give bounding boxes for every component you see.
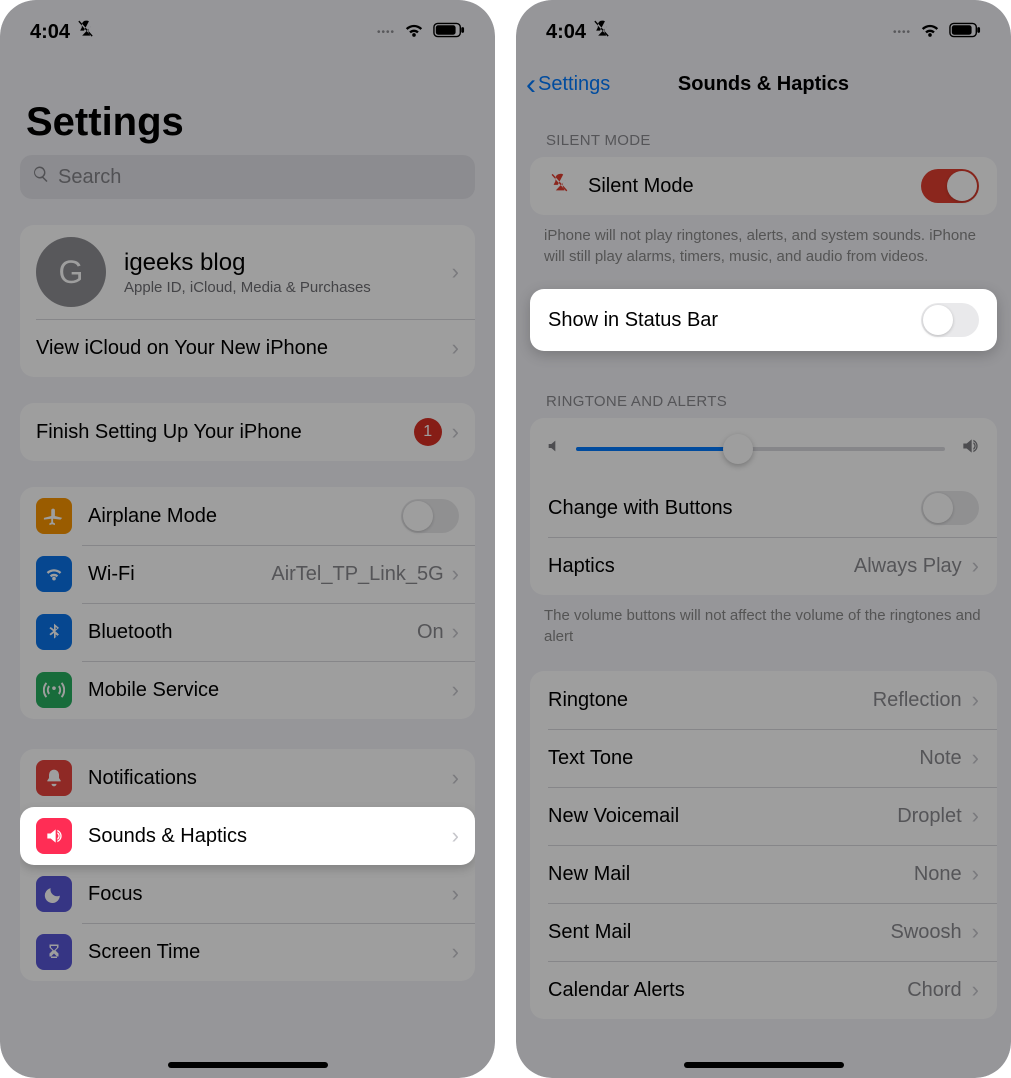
hourglass-icon bbox=[36, 934, 72, 970]
ringtone-row[interactable]: Ringtone Reflection › bbox=[530, 671, 997, 729]
settings-screen: 4:04 •••• Settings Search G bbox=[0, 0, 495, 1078]
search-placeholder: Search bbox=[58, 166, 121, 189]
bluetooth-value: On bbox=[417, 621, 444, 644]
search-input[interactable]: Search bbox=[20, 155, 475, 199]
status-bar: 4:04 •••• bbox=[0, 0, 495, 56]
wifi-value: AirTel_TP_Link_5G bbox=[271, 563, 443, 586]
personal-group: Notifications › Sounds & Haptics › Focus… bbox=[20, 749, 475, 981]
silent-footer: iPhone will not play ringtones, alerts, … bbox=[516, 215, 1011, 267]
chevron-right-icon: › bbox=[972, 687, 979, 713]
chevron-right-icon: › bbox=[452, 619, 459, 645]
silent-icon bbox=[76, 19, 96, 45]
chevron-right-icon: › bbox=[452, 335, 459, 361]
volume-high-icon bbox=[959, 436, 981, 461]
view-icloud-row[interactable]: View iCloud on Your New iPhone › bbox=[20, 319, 475, 377]
antenna-icon bbox=[36, 672, 72, 708]
sound-list-group: Ringtone Reflection › Text Tone Note › N… bbox=[530, 671, 997, 1019]
screen-time-row[interactable]: Screen Time › bbox=[20, 923, 475, 981]
finish-setup-row[interactable]: Finish Setting Up Your iPhone 1 › bbox=[20, 403, 475, 461]
airplane-toggle[interactable] bbox=[401, 499, 459, 533]
new-mail-row[interactable]: New Mail None › bbox=[530, 845, 997, 903]
nav-bar: ‹ Settings Sounds & Haptics bbox=[516, 60, 1011, 108]
silent-mode-group: Silent Mode bbox=[530, 157, 997, 215]
sent-mail-row[interactable]: Sent Mail Swoosh › bbox=[530, 903, 997, 961]
airplane-mode-row[interactable]: Airplane Mode bbox=[20, 487, 475, 545]
slider-fill bbox=[576, 447, 738, 451]
volume-low-icon bbox=[546, 437, 562, 460]
show-status-bar-group: Show in Status Bar bbox=[530, 289, 997, 351]
account-name: igeeks blog bbox=[124, 249, 452, 277]
badge: 1 bbox=[414, 418, 442, 446]
voicemail-row[interactable]: New Voicemail Droplet › bbox=[530, 787, 997, 845]
chevron-right-icon: › bbox=[972, 745, 979, 771]
silent-header: SILENT MODE bbox=[516, 108, 1011, 157]
search-icon bbox=[32, 165, 50, 189]
change-with-buttons-row[interactable]: Change with Buttons bbox=[530, 479, 997, 537]
focus-row[interactable]: Focus › bbox=[20, 865, 475, 923]
calendar-alerts-row[interactable]: Calendar Alerts Chord › bbox=[530, 961, 997, 1019]
chevron-right-icon: › bbox=[972, 553, 979, 579]
cell-dots-icon: •••• bbox=[893, 27, 911, 38]
status-time: 4:04 bbox=[546, 21, 586, 44]
account-group: G igeeks blog Apple ID, iCloud, Media & … bbox=[20, 225, 475, 377]
volume-group: Change with Buttons Haptics Always Play … bbox=[530, 418, 997, 595]
account-subtitle: Apple ID, iCloud, Media & Purchases bbox=[124, 279, 452, 296]
battery-icon bbox=[433, 22, 465, 43]
silent-toggle[interactable] bbox=[921, 169, 979, 203]
haptics-row[interactable]: Haptics Always Play › bbox=[530, 537, 997, 595]
bluetooth-icon bbox=[36, 614, 72, 650]
notifications-row[interactable]: Notifications › bbox=[20, 749, 475, 807]
chevron-right-icon: › bbox=[452, 419, 459, 445]
silent-mode-row[interactable]: Silent Mode bbox=[530, 157, 997, 215]
wifi-icon bbox=[403, 21, 425, 44]
volume-slider[interactable] bbox=[576, 447, 945, 451]
bluetooth-row[interactable]: Bluetooth On › bbox=[20, 603, 475, 661]
show-status-toggle[interactable] bbox=[921, 303, 979, 337]
chevron-right-icon: › bbox=[972, 861, 979, 887]
chevron-left-icon: ‹ bbox=[526, 77, 536, 92]
chevron-right-icon: › bbox=[452, 561, 459, 587]
cell-dots-icon: •••• bbox=[377, 27, 395, 38]
show-status-bar-row[interactable]: Show in Status Bar bbox=[530, 289, 997, 351]
silent-icon bbox=[592, 19, 612, 45]
home-indicator[interactable] bbox=[168, 1062, 328, 1068]
wifi-icon bbox=[919, 21, 941, 44]
bell-slash-icon bbox=[548, 172, 572, 200]
home-indicator[interactable] bbox=[684, 1062, 844, 1068]
mobile-service-row[interactable]: Mobile Service › bbox=[20, 661, 475, 719]
chevron-right-icon: › bbox=[452, 939, 459, 965]
chevron-right-icon: › bbox=[972, 977, 979, 1003]
chevron-right-icon: › bbox=[452, 881, 459, 907]
network-group: Airplane Mode Wi-Fi AirTel_TP_Link_5G › … bbox=[20, 487, 475, 719]
chevron-right-icon: › bbox=[452, 259, 459, 285]
finish-setup-group: Finish Setting Up Your iPhone 1 › bbox=[20, 403, 475, 461]
back-button[interactable]: ‹ Settings bbox=[526, 73, 610, 96]
chevron-right-icon: › bbox=[972, 803, 979, 829]
sounds-haptics-screen: 4:04 •••• ‹ Settings Sounds & Haptics SI… bbox=[516, 0, 1011, 1078]
change-buttons-toggle[interactable] bbox=[921, 491, 979, 525]
chevron-right-icon: › bbox=[972, 919, 979, 945]
avatar: G bbox=[36, 237, 106, 307]
moon-icon bbox=[36, 876, 72, 912]
status-bar: 4:04 •••• bbox=[516, 0, 1011, 56]
text-tone-row[interactable]: Text Tone Note › bbox=[530, 729, 997, 787]
apple-id-row[interactable]: G igeeks blog Apple ID, iCloud, Media & … bbox=[20, 225, 475, 319]
volume-slider-row bbox=[530, 418, 997, 479]
bell-icon bbox=[36, 760, 72, 796]
wifi-row[interactable]: Wi-Fi AirTel_TP_Link_5G › bbox=[20, 545, 475, 603]
slider-thumb[interactable] bbox=[723, 434, 753, 464]
ringtone-header: RINGTONE AND ALERTS bbox=[516, 351, 1011, 418]
sounds-haptics-row[interactable]: Sounds & Haptics › bbox=[20, 807, 475, 865]
chevron-right-icon: › bbox=[452, 677, 459, 703]
chevron-right-icon: › bbox=[452, 765, 459, 791]
status-time: 4:04 bbox=[30, 21, 70, 44]
battery-icon bbox=[949, 22, 981, 43]
airplane-icon bbox=[36, 498, 72, 534]
speaker-icon bbox=[36, 818, 72, 854]
page-title: Settings bbox=[20, 56, 475, 155]
chevron-right-icon: › bbox=[452, 823, 459, 849]
wifi-icon bbox=[36, 556, 72, 592]
ringtone-footer: The volume buttons will not affect the v… bbox=[516, 595, 1011, 647]
